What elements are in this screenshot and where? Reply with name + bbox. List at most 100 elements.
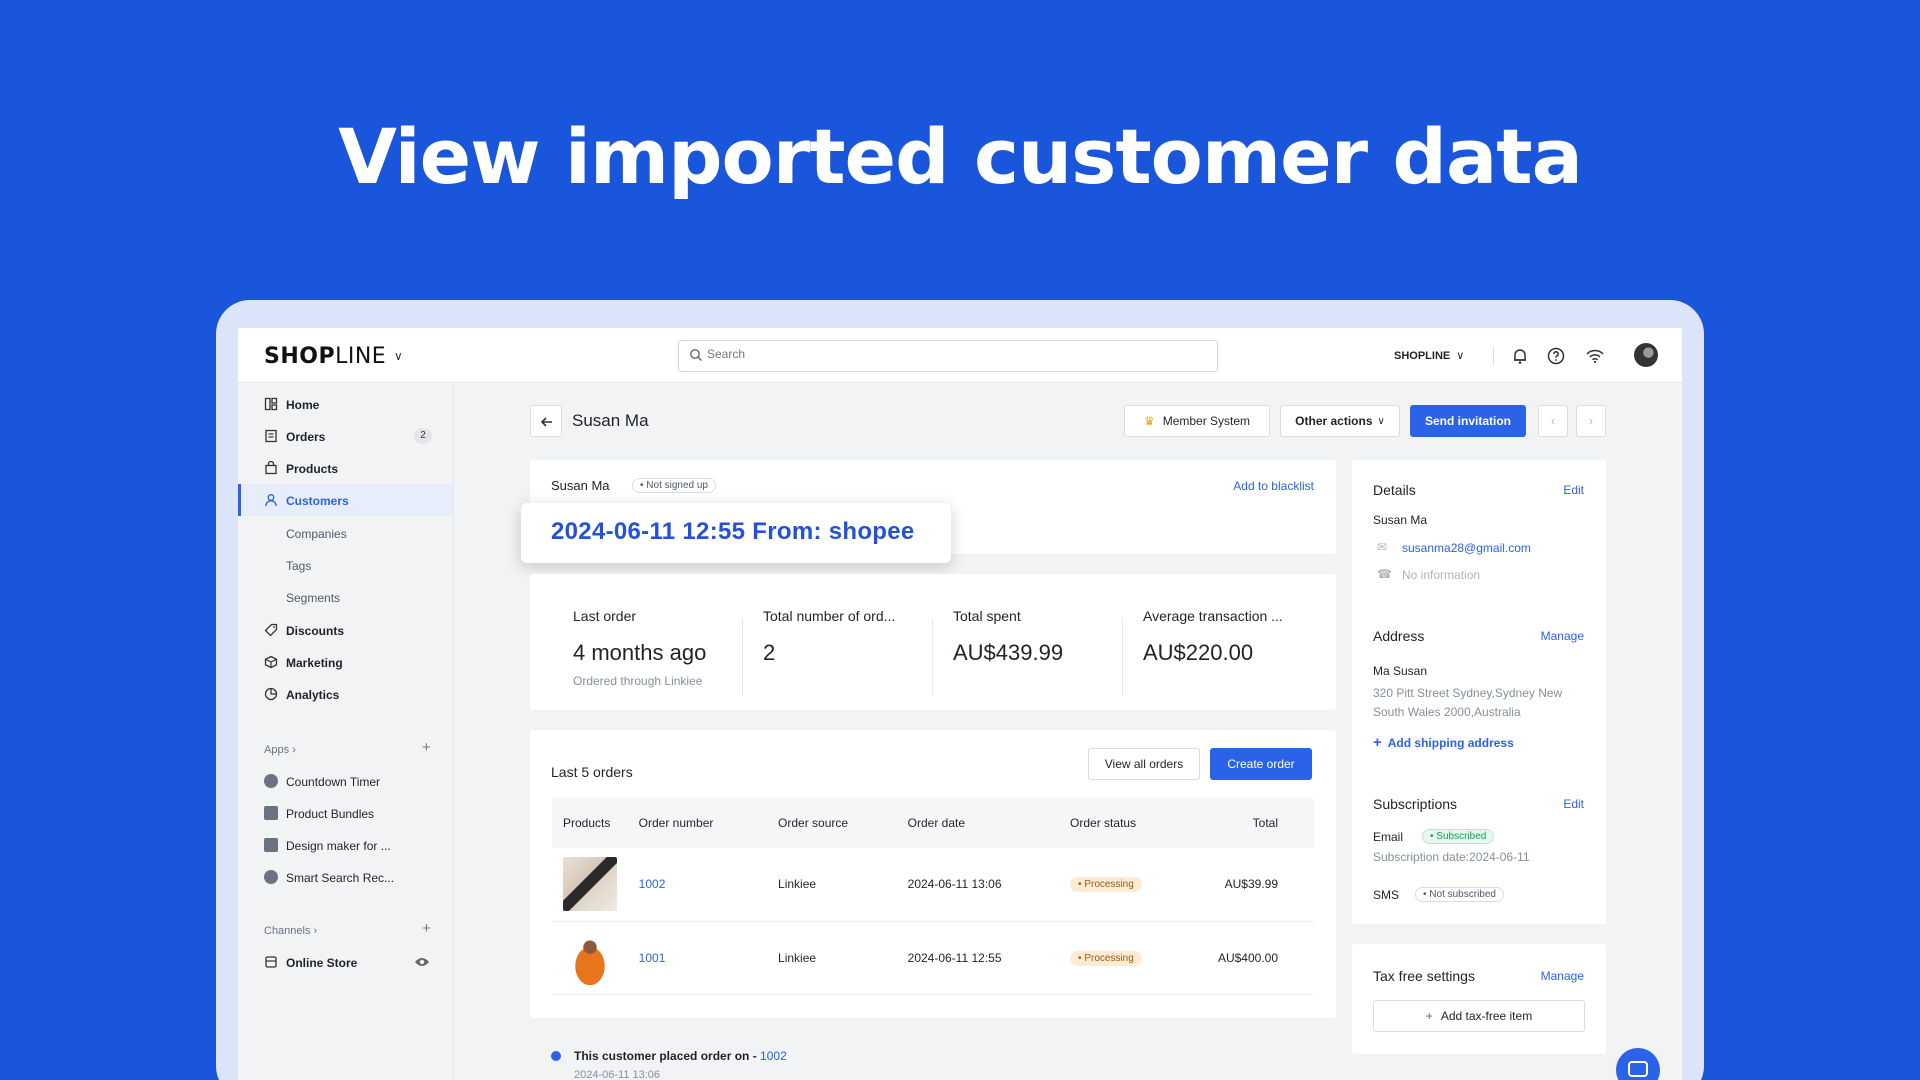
orders-count-badge: 2: [414, 428, 432, 444]
sidebar-sub-segments[interactable]: Segments: [286, 591, 340, 605]
app-product-bundles[interactable]: Product Bundles: [286, 807, 374, 821]
sidebar-item-customers[interactable]: Customers: [238, 484, 453, 516]
back-button[interactable]: [530, 405, 562, 437]
store-selector[interactable]: SHOPLINE ∨: [1394, 349, 1464, 362]
arrow-left-icon: [540, 417, 552, 427]
add-app-icon[interactable]: +: [422, 739, 431, 756]
order-number-link[interactable]: 1002: [639, 877, 666, 891]
apps-heading-label: Apps: [264, 744, 290, 756]
order-number-link[interactable]: 1001: [639, 951, 666, 965]
email-sub-label: Email: [1373, 830, 1404, 844]
order-total: AU$400.00: [1206, 921, 1314, 995]
phone-value: No information: [1402, 568, 1481, 582]
sms-sub-status: Not subscribed: [1429, 889, 1496, 900]
orders-icon: [265, 429, 277, 443]
stat-label-last-order[interactable]: Last order: [573, 608, 636, 624]
sidebar-item-label: Customers: [286, 494, 349, 508]
signup-status-badge: • Not signed up: [632, 478, 716, 493]
sidebar-item-analytics[interactable]: Analytics: [238, 678, 453, 710]
address-name: Ma Susan: [1373, 664, 1428, 678]
app-countdown-timer[interactable]: Countdown Timer: [286, 775, 380, 789]
channels-heading[interactable]: Channels ›: [264, 925, 317, 937]
chevron-down-icon[interactable]: ∨: [394, 349, 403, 363]
sidebar-item-products[interactable]: Products: [238, 452, 453, 484]
bell-icon[interactable]: [1509, 345, 1531, 367]
chevron-right-icon: ›: [292, 744, 296, 756]
edit-subscriptions-link[interactable]: Edit: [1563, 797, 1584, 811]
column-header: Products: [552, 798, 628, 848]
other-actions-button[interactable]: Other actions ∨: [1280, 405, 1400, 437]
channels-heading-label: Channels: [264, 925, 311, 937]
search-box[interactable]: [678, 340, 1218, 372]
order-date: 2024-06-11 12:55: [896, 921, 1060, 995]
status-label: Processing: [1084, 952, 1134, 964]
user-icon: [265, 494, 277, 507]
stat-value-average: AU$220.00: [1143, 640, 1254, 665]
avatar[interactable]: [1634, 343, 1658, 367]
crown-icon: ♛: [1143, 414, 1155, 428]
manage-tax-link[interactable]: Manage: [1541, 969, 1584, 983]
add-tax-free-item-button[interactable]: + Add tax-free item: [1373, 1000, 1585, 1032]
sms-sub-badge: • Not subscribed: [1415, 887, 1504, 902]
send-invitation-button[interactable]: Send invitation: [1410, 405, 1526, 437]
app-design-maker[interactable]: Design maker for ...: [286, 839, 391, 853]
timeline-time: 2024-06-11 13:06: [574, 1069, 661, 1080]
chat-icon: [1628, 1061, 1648, 1077]
order-source: Linkiee: [767, 848, 897, 922]
next-customer-button[interactable]: ›: [1576, 405, 1606, 437]
tag-icon: [264, 623, 278, 637]
store-name: SHOPLINE: [1394, 350, 1451, 362]
chevron-right-icon: ›: [313, 925, 318, 937]
app-smart-search[interactable]: Smart Search Rec...: [286, 871, 394, 885]
sidebar-sub-tags[interactable]: Tags: [286, 559, 311, 573]
shopline-logo[interactable]: SHOPLINE: [264, 344, 386, 369]
add-shipping-address-link[interactable]: + Add shipping address: [1373, 734, 1514, 751]
search-input[interactable]: [707, 347, 1187, 361]
stat-value-total-orders: 2: [763, 640, 776, 665]
bundle-icon: [264, 806, 278, 820]
product-thumbnail: [563, 930, 617, 985]
address-title: Address: [1373, 628, 1425, 644]
sidebar: Home Orders 2 Products Customers Compani…: [238, 384, 454, 1080]
page-title: Susan Ma: [572, 411, 649, 430]
table-row[interactable]: 1001 Linkiee 2024-06-11 12:55 • Processi…: [552, 921, 1314, 995]
column-header: Order source: [767, 798, 897, 848]
column-header: Order number: [627, 798, 768, 848]
logo-thin: LINE: [335, 344, 387, 369]
app-window: SHOPLINE ∨ SHOPLINE ∨ Home Orders 2 Produ…: [238, 328, 1682, 1080]
add-channel-icon[interactable]: +: [422, 920, 431, 937]
search-icon: [690, 349, 702, 361]
apps-heading[interactable]: Apps ›: [264, 744, 296, 756]
wifi-icon[interactable]: [1584, 345, 1606, 367]
status-badge: • Processing: [1070, 877, 1142, 893]
chevron-down-icon: ∨: [1456, 350, 1465, 362]
sidebar-sub-companies[interactable]: Companies: [286, 527, 347, 541]
view-all-orders-button[interactable]: View all orders: [1088, 748, 1200, 780]
add-to-blacklist-link[interactable]: Add to blacklist: [1233, 479, 1314, 493]
create-order-button[interactable]: Create order: [1210, 748, 1312, 780]
details-name: Susan Ma: [1373, 513, 1428, 527]
plus-icon: +: [1373, 734, 1382, 751]
details-title: Details: [1373, 482, 1416, 498]
timeline-dot: [551, 1051, 561, 1061]
sidebar-item-home[interactable]: Home: [238, 388, 453, 420]
table-row[interactable]: 1002 Linkiee 2024-06-11 13:06 • Processi…: [552, 848, 1314, 922]
sidebar-item-orders[interactable]: Orders 2: [238, 420, 453, 452]
mail-icon: ✉: [1377, 540, 1388, 554]
member-system-label: Member System: [1162, 414, 1251, 428]
channel-online-store[interactable]: Online Store: [286, 956, 357, 970]
manage-address-link[interactable]: Manage: [1541, 629, 1584, 643]
previous-customer-button[interactable]: ‹: [1538, 405, 1568, 437]
email-link[interactable]: susanma28@gmail.com: [1402, 541, 1531, 555]
product-thumbnail: [563, 857, 617, 912]
chat-button[interactable]: [1616, 1048, 1660, 1080]
help-icon[interactable]: [1545, 345, 1567, 367]
sidebar-item-marketing[interactable]: Marketing: [238, 646, 453, 678]
timeline-order-link[interactable]: 1002: [760, 1049, 787, 1063]
sidebar-item-discounts[interactable]: Discounts: [238, 614, 453, 646]
address-line-1: 320 Pitt Street Sydney,Sydney New: [1373, 686, 1563, 700]
member-system-button[interactable]: ♛ Member System: [1124, 405, 1270, 437]
sidebar-item-label: Home: [286, 398, 320, 412]
edit-details-link[interactable]: Edit: [1563, 483, 1584, 497]
eye-icon[interactable]: [414, 956, 430, 968]
